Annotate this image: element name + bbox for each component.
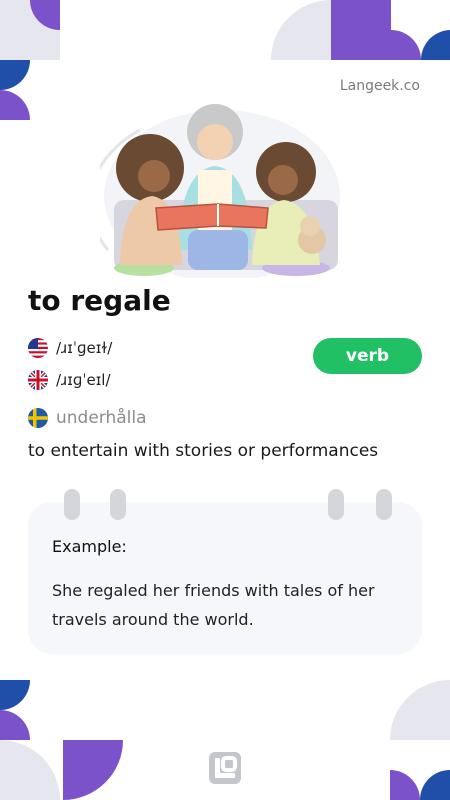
card-ring-1 [64,489,80,520]
card-ring-3 [328,489,344,520]
us-flag-icon [28,338,48,358]
example-sentence: She regaled her friends with tales of he… [52,581,375,629]
example-title: Example: [52,537,127,556]
sweden-flag-icon [28,408,48,428]
top-right-decoration [271,0,450,60]
bottom-left-decoration [0,680,123,800]
uk-pronunciation[interactable]: /ɹɪɡˈeɪl/ [28,370,111,390]
card-ring-4 [376,489,392,520]
definition-text: to entertain with stories or performance… [28,441,379,461]
bottom-right-decoration [390,680,450,800]
translation-row: underhålla [28,408,147,428]
translation-text: underhålla [56,408,147,428]
brand-label: Langeek.co [339,78,420,94]
langeek-logo-icon [209,752,241,784]
uk-flag-icon [28,370,48,390]
grandmother-reading-illustration [100,104,340,278]
headword: to regale [28,284,171,317]
us-ipa: /ɹɪˈɡeɪɫ/ [56,339,113,357]
part-of-speech-badge: verb [313,338,422,374]
us-pronunciation[interactable]: /ɹɪˈɡeɪɫ/ [28,338,112,358]
uk-ipa: /ɹɪɡˈeɪl/ [56,371,111,389]
card-ring-2 [110,489,126,520]
top-left-decoration [0,0,60,120]
